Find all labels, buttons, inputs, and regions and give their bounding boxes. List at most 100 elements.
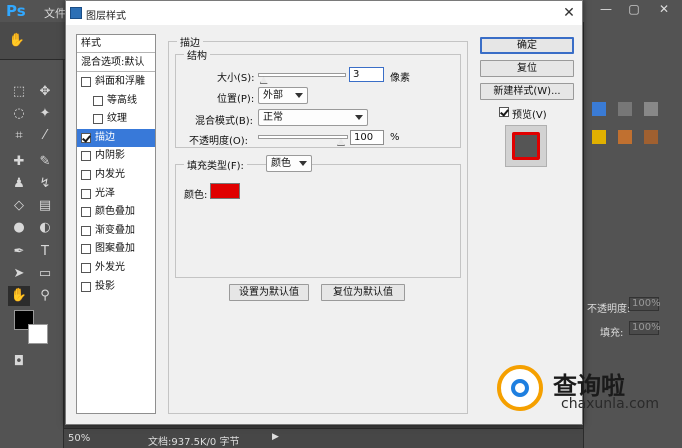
fill-type-select[interactable]: 颜色: [266, 155, 312, 172]
shape-tool-icon[interactable]: ▭: [34, 264, 56, 284]
reset-button[interactable]: 复位: [480, 60, 574, 77]
hand-tool-icon[interactable]: ✋: [6, 31, 28, 51]
healing-brush-icon[interactable]: ✚: [8, 152, 30, 172]
style-list-item[interactable]: 描边: [77, 128, 155, 147]
eyedropper-icon[interactable]: ⁄: [34, 126, 56, 146]
layer-style-dialog: 图层样式 ✕ 样式 混合选项:默认 斜面和浮雕 等高线 纹理 描边 内阴影 内发光 光泽 颜色…: [65, 0, 583, 425]
blend-mode-select[interactable]: 正常: [258, 109, 368, 126]
marquee-tool-icon[interactable]: ⬚: [8, 82, 30, 102]
swatch-icon[interactable]: [618, 102, 632, 116]
swatch-icon[interactable]: [644, 102, 658, 116]
style-list-item[interactable]: 斜面和浮雕: [77, 73, 155, 91]
opacity-label: 不透明度:: [587, 304, 631, 315]
pen-tool-icon[interactable]: ✒: [8, 242, 30, 262]
structure-group: 结构 大小(S): 3 像素 位置(P): 外部 混合模式(B): 正常 不透明…: [175, 47, 461, 148]
position-select[interactable]: 外部: [258, 87, 308, 104]
style-list-item[interactable]: 外发光: [77, 259, 155, 277]
position-label: 位置(P):: [217, 94, 255, 105]
swatch-icon[interactable]: [592, 102, 606, 116]
style-list-item[interactable]: 等高线: [77, 92, 155, 110]
dialog-titlebar[interactable]: 图层样式 ✕: [66, 1, 582, 25]
move-tool-icon[interactable]: ✥: [34, 82, 56, 102]
close-icon[interactable]: ✕: [560, 4, 578, 22]
lasso-tool-icon[interactable]: ◌: [8, 104, 30, 124]
zoom-level[interactable]: 50%: [68, 433, 90, 444]
eraser-tool-icon[interactable]: ◇: [8, 196, 30, 216]
style-list-item-label: 内阴影: [95, 150, 125, 162]
blur-tool-icon[interactable]: ●: [8, 218, 30, 238]
ok-button[interactable]: 确定: [480, 37, 574, 54]
path-select-icon[interactable]: ➤: [8, 264, 30, 284]
fill-field[interactable]: 100%: [629, 321, 661, 335]
style-checkbox[interactable]: [81, 207, 91, 218]
style-checkbox[interactable]: [81, 281, 91, 292]
maximize-icon[interactable]: ▢: [620, 0, 648, 20]
brush-tool-icon[interactable]: ✎: [34, 152, 56, 172]
chevron-down-icon: [299, 161, 307, 166]
quick-mask-icon[interactable]: ◘: [8, 352, 30, 372]
crop-tool-icon[interactable]: ⌗: [8, 126, 30, 146]
preview-checkbox[interactable]: [499, 107, 509, 117]
style-list-item[interactable]: 渐变叠加: [77, 222, 155, 240]
swatch-icon[interactable]: [592, 130, 606, 144]
make-default-button[interactable]: 设置为默认值: [229, 284, 309, 301]
style-checkbox[interactable]: [81, 263, 91, 273]
style-checkbox[interactable]: [81, 188, 91, 199]
swatch-icon[interactable]: [618, 130, 632, 144]
style-list-item[interactable]: 投影: [77, 278, 155, 296]
history-brush-icon[interactable]: ↯: [34, 174, 56, 194]
zoom-tool-icon[interactable]: ⚲: [34, 286, 56, 306]
reset-default-button[interactable]: 复位为默认值: [321, 284, 405, 301]
size-slider-thumb[interactable]: [259, 76, 268, 84]
style-checkbox[interactable]: [81, 151, 91, 162]
gradient-tool-icon[interactable]: ▤: [34, 196, 56, 216]
stroke-section: 描边 结构 大小(S): 3 像素 位置(P): 外部 混合模式(B): 正常 …: [168, 34, 468, 414]
minimize-icon[interactable]: —: [592, 0, 620, 20]
play-icon[interactable]: ▶: [272, 432, 279, 442]
style-preview-swatch: [512, 132, 540, 160]
style-list-item-label: 渐变叠加: [95, 224, 135, 236]
style-list-header[interactable]: 样式: [77, 35, 155, 53]
style-checkbox[interactable]: [81, 132, 91, 143]
watermark-logo-icon: [511, 379, 529, 397]
style-checkbox[interactable]: [81, 170, 91, 180]
style-list-item[interactable]: 光泽: [77, 185, 155, 203]
opacity-label: 不透明度(O):: [189, 136, 249, 147]
style-list-item-label: 等高线: [107, 94, 137, 106]
style-checkbox[interactable]: [81, 225, 91, 236]
style-list-item[interactable]: 纹理: [77, 110, 155, 128]
style-checkbox[interactable]: [81, 244, 91, 255]
style-checkbox[interactable]: [81, 77, 91, 87]
dodge-tool-icon[interactable]: ◐: [34, 218, 56, 238]
style-list-item-label: 光泽: [95, 187, 115, 199]
style-checkbox[interactable]: [93, 114, 103, 125]
opacity-unit: %: [390, 132, 400, 143]
opacity-input[interactable]: 100: [350, 130, 384, 145]
fill-type-value: 颜色: [271, 158, 291, 169]
style-list-item-label: 外发光: [95, 262, 125, 273]
size-input[interactable]: 3: [349, 67, 384, 82]
style-list-item[interactable]: 内发光: [77, 166, 155, 184]
style-list-item[interactable]: 内阴影: [77, 147, 155, 165]
type-tool-icon[interactable]: T: [34, 242, 56, 262]
style-checkbox[interactable]: [93, 95, 103, 106]
dialog-title: 图层样式: [86, 11, 126, 22]
opacity-field[interactable]: 100%: [629, 297, 661, 311]
stamp-tool-icon[interactable]: ♟: [8, 174, 30, 194]
close-window-icon[interactable]: ✕: [650, 0, 678, 20]
blend-options-item[interactable]: 混合选项:默认: [77, 54, 155, 72]
style-list-item[interactable]: 颜色叠加: [77, 203, 155, 221]
opacity-slider[interactable]: [258, 135, 348, 146]
background-color-swatch[interactable]: [28, 324, 48, 344]
style-list: 样式 混合选项:默认 斜面和浮雕等高线纹理 描边内阴影内发光光泽颜色叠加渐变叠加图…: [76, 34, 156, 414]
size-slider[interactable]: [258, 73, 346, 84]
magic-wand-icon[interactable]: ✦: [34, 104, 56, 124]
swatch-icon[interactable]: [644, 130, 658, 144]
new-style-button[interactable]: 新建样式(W)...: [480, 83, 574, 100]
hand-tool-icon[interactable]: ✋: [8, 286, 30, 306]
style-list-item[interactable]: 图案叠加: [77, 240, 155, 258]
opacity-slider-thumb[interactable]: [337, 138, 345, 146]
stroke-color-swatch[interactable]: [210, 183, 240, 199]
fill-label: 填充:: [600, 328, 624, 339]
menu-file[interactable]: 文件: [44, 5, 66, 21]
